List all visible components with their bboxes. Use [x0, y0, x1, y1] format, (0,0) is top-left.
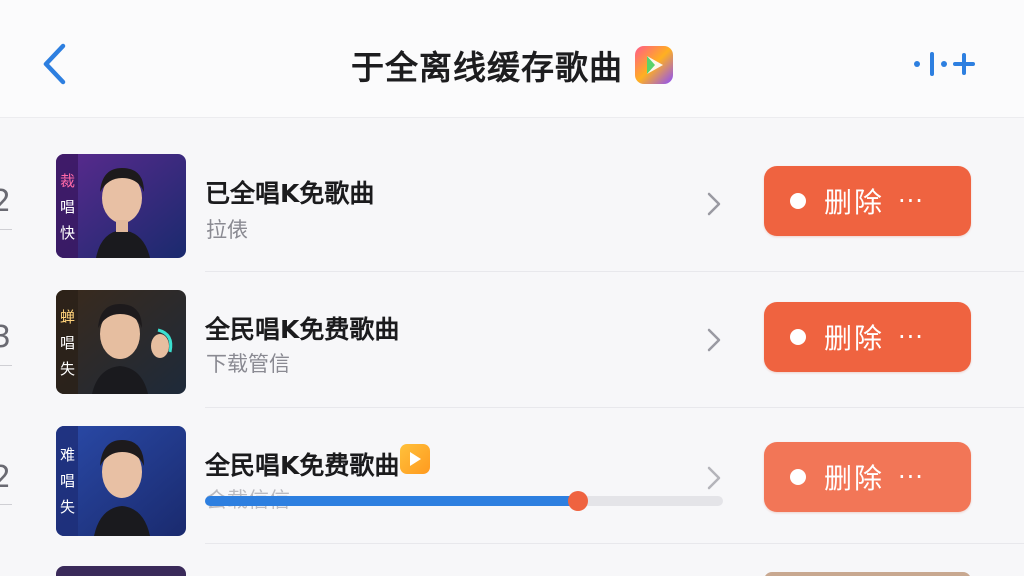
svg-text:唱: 唱: [60, 472, 75, 490]
delete-button[interactable]: 删除 ···: [764, 442, 971, 512]
svg-text:蝉: 蝉: [60, 308, 75, 326]
record-dot-icon: [790, 193, 806, 209]
more-dots-icon: ···: [898, 187, 924, 215]
song-thumbnail: [56, 566, 186, 576]
delete-button[interactable]: [764, 572, 971, 576]
song-thumbnail[interactable]: 难 唱 失: [56, 426, 186, 536]
song-subtitle: 下载管信: [206, 352, 290, 376]
chevron-right-icon[interactable]: [702, 190, 726, 218]
delete-button[interactable]: 删除 ···: [764, 302, 971, 372]
rank-number: 2: [0, 184, 12, 219]
rank-divider: [0, 365, 12, 366]
top-bar: 于全离线缓存歌曲: [0, 0, 1024, 118]
delete-label: 删除: [824, 462, 885, 495]
add-more-button[interactable]: [906, 44, 982, 84]
rank-number: 2: [0, 460, 12, 495]
music-play-badge-icon: [635, 46, 673, 84]
music-badge-icon: [400, 444, 430, 474]
rank-divider: [0, 229, 12, 230]
record-dot-icon: [790, 329, 806, 345]
delete-label: 删除: [824, 322, 885, 355]
progress-fill: [205, 496, 578, 506]
svg-text:难: 难: [60, 446, 75, 464]
rank-number: 3: [0, 320, 12, 355]
page-title: 于全离线缓存歌曲: [351, 48, 623, 87]
svg-text:失: 失: [60, 498, 75, 516]
svg-text:唱: 唱: [60, 334, 75, 352]
song-thumbnail[interactable]: 裁 唱 快: [56, 154, 186, 258]
title-group: 于全离线缓存歌曲: [0, 38, 1024, 92]
delete-button[interactable]: 删除 ···: [764, 166, 971, 236]
svg-text:唱: 唱: [60, 198, 75, 216]
svg-text:失: 失: [60, 360, 75, 378]
add-more-icon: [914, 52, 975, 76]
row-divider: [205, 543, 1024, 544]
more-dots-icon: ···: [898, 463, 924, 491]
download-progress-bar[interactable]: [205, 491, 723, 511]
chevron-right-icon[interactable]: [702, 326, 726, 354]
song-subtitle: 拉俵: [206, 218, 248, 242]
list-item[interactable]: 2 难 唱 失 全民唱K免费歌曲 会载信信 删除 ···: [0, 408, 1024, 544]
chevron-right-icon[interactable]: [702, 464, 726, 492]
more-dots-icon: ···: [898, 323, 924, 351]
svg-text:快: 快: [60, 224, 75, 242]
rank-divider: [0, 504, 12, 505]
svg-text:裁: 裁: [60, 172, 75, 190]
list-item[interactable]: 2 裁 唱 快 已全唱K免歌曲 拉俵 删除 ···: [0, 136, 1024, 272]
song-title: 全民唱K免费歌曲: [205, 315, 400, 344]
record-dot-icon: [790, 469, 806, 485]
song-title: 全民唱K免费歌曲: [205, 451, 400, 480]
delete-label: 删除: [824, 186, 885, 219]
list-item-partial[interactable]: [0, 548, 1024, 576]
song-title: 已全唱K免歌曲: [205, 179, 375, 208]
list-item[interactable]: 3 蝉 唱 失 全民唱K免费歌曲 下载管信 删除 ···: [0, 272, 1024, 408]
song-thumbnail[interactable]: 蝉 唱 失: [56, 290, 186, 394]
progress-handle[interactable]: [567, 491, 588, 511]
